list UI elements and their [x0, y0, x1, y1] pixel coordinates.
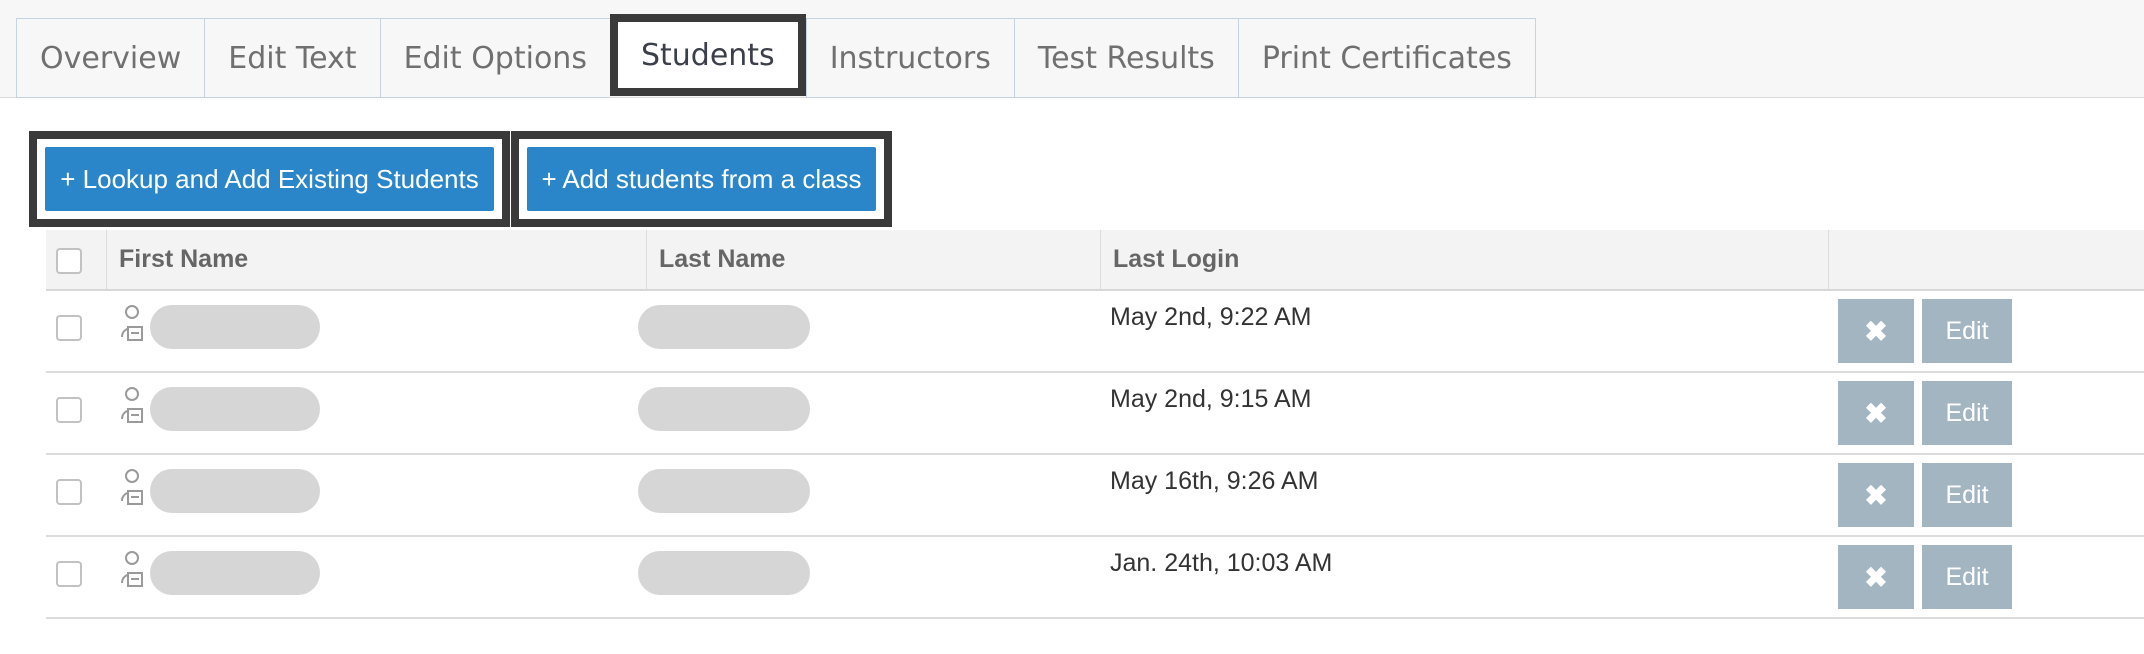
- row-checkbox[interactable]: [56, 315, 82, 341]
- edit-button[interactable]: Edit: [1922, 299, 2012, 363]
- first-name-redacted: [150, 305, 320, 349]
- delete-button[interactable]: ✖: [1838, 381, 1914, 445]
- delete-button[interactable]: ✖: [1838, 545, 1914, 609]
- student-icon: [121, 305, 143, 341]
- edit-button[interactable]: Edit: [1922, 545, 2012, 609]
- last-name-redacted: [638, 387, 810, 431]
- last-login-value: Jan. 24th, 10:03 AM: [1110, 549, 1333, 577]
- student-icon: [121, 387, 143, 423]
- row-checkbox[interactable]: [56, 479, 82, 505]
- row-checkbox[interactable]: [56, 397, 82, 423]
- tab-edit-text[interactable]: Edit Text: [204, 18, 380, 98]
- tab-print-certificates[interactable]: Print Certificates: [1237, 18, 1536, 98]
- first-name-redacted: [150, 551, 320, 595]
- last-login-value: May 2nd, 9:22 AM: [1110, 303, 1312, 331]
- first-name-redacted: [150, 469, 320, 513]
- delete-button[interactable]: ✖: [1838, 463, 1914, 527]
- tab-test-results[interactable]: Test Results: [1013, 18, 1238, 98]
- tab-instructors[interactable]: Instructors: [805, 18, 1014, 98]
- column-header-first-name[interactable]: First Name: [106, 230, 646, 289]
- last-name-redacted: [638, 305, 810, 349]
- table-row: Jan. 24th, 10:03 AM ✖ Edit: [46, 537, 2144, 619]
- last-name-redacted: [638, 469, 810, 513]
- delete-button[interactable]: ✖: [1838, 299, 1914, 363]
- row-checkbox[interactable]: [56, 561, 82, 587]
- table-row: May 2nd, 9:15 AM ✖ Edit: [46, 373, 2144, 455]
- lookup-add-existing-students-button[interactable]: + Lookup and Add Existing Students: [45, 147, 494, 211]
- add-from-class-button-highlight: + Add students from a class: [511, 131, 892, 227]
- close-icon: ✖: [1864, 479, 1888, 511]
- table-header: First Name Last Name Last Login: [46, 230, 2144, 291]
- tab-students[interactable]: Students: [609, 14, 806, 96]
- first-name-redacted: [150, 387, 320, 431]
- last-name-redacted: [638, 551, 810, 595]
- students-table: First Name Last Name Last Login May 2nd,…: [46, 230, 2144, 619]
- tab-edit-options[interactable]: Edit Options: [379, 18, 610, 98]
- column-header-last-login[interactable]: Last Login: [1100, 230, 1828, 289]
- close-icon: ✖: [1864, 561, 1888, 593]
- table-row: May 16th, 9:26 AM ✖ Edit: [46, 455, 2144, 537]
- column-header-last-name[interactable]: Last Name: [646, 230, 1100, 289]
- student-icon: [121, 469, 143, 505]
- table-row: May 2nd, 9:22 AM ✖ Edit: [46, 291, 2144, 373]
- edit-button[interactable]: Edit: [1922, 381, 2012, 445]
- column-header-actions: [1828, 230, 2144, 289]
- last-login-value: May 2nd, 9:15 AM: [1110, 385, 1312, 413]
- tab-bar-background: Overview Edit Text Edit Options Students…: [0, 0, 2144, 98]
- student-icon: [121, 551, 143, 587]
- edit-button[interactable]: Edit: [1922, 463, 2012, 527]
- last-login-value: May 16th, 9:26 AM: [1110, 467, 1319, 495]
- close-icon: ✖: [1864, 397, 1888, 429]
- close-icon: ✖: [1864, 315, 1888, 347]
- select-all-checkbox[interactable]: [56, 248, 82, 274]
- add-students-from-class-button[interactable]: + Add students from a class: [527, 147, 876, 211]
- tab-bar: Overview Edit Text Edit Options Students…: [16, 14, 1536, 98]
- lookup-button-highlight: + Lookup and Add Existing Students: [29, 131, 510, 227]
- tab-overview[interactable]: Overview: [16, 18, 205, 98]
